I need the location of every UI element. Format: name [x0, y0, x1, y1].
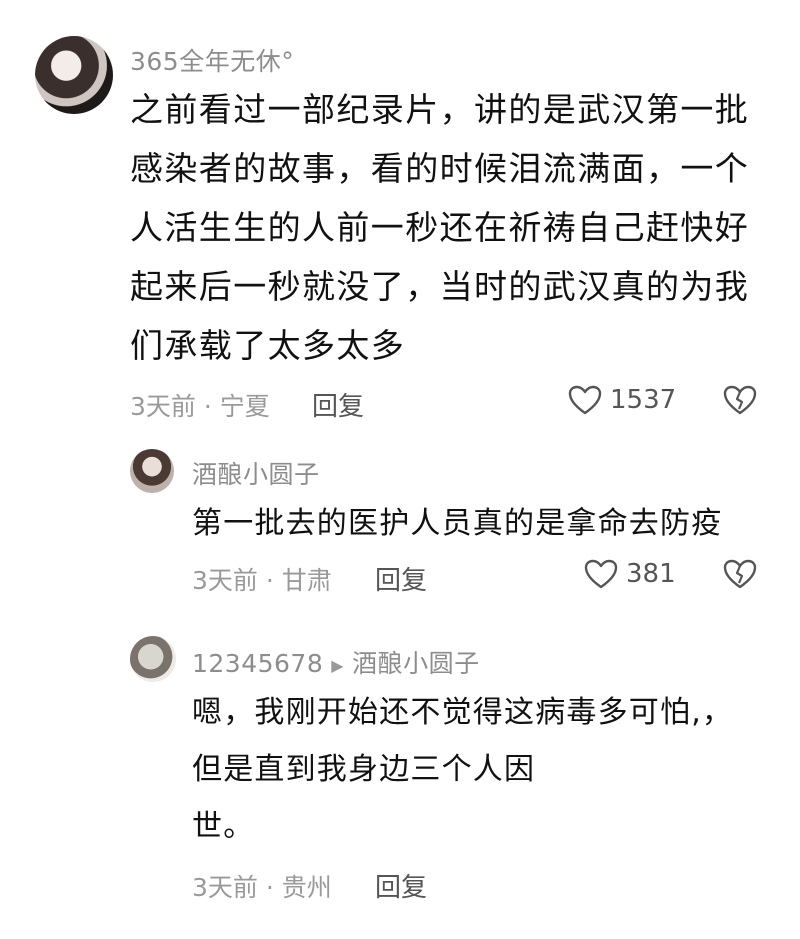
broken-heart-icon — [723, 559, 757, 589]
like-count: 381 — [626, 559, 676, 589]
avatar[interactable] — [130, 636, 176, 682]
username[interactable]: 365全年无休° — [130, 42, 294, 78]
reply-button[interactable]: 回复 — [375, 867, 427, 904]
comment-line: 嗯，我刚开始还不觉得这病毒多可怕,， — [192, 695, 734, 730]
comment-meta: 3天前 · 甘肃 — [192, 566, 332, 595]
username[interactable]: 酒酿小圆子 — [192, 455, 320, 491]
reply-header: 12345678 ▶ 酒酿小圆子 — [192, 644, 480, 680]
username[interactable]: 12345678 — [192, 649, 323, 678]
heart-icon — [568, 385, 602, 415]
like-count: 1537 — [610, 385, 677, 415]
reply-to-username[interactable]: 酒酿小圆子 — [352, 649, 480, 678]
like-button[interactable]: 1537 — [568, 385, 676, 415]
comment-line: 世。 — [192, 809, 255, 844]
dislike-button[interactable] — [723, 559, 757, 589]
reply-arrow-icon: ▶ — [331, 655, 345, 675]
avatar[interactable] — [35, 36, 113, 114]
comment-text: 嗯，我刚开始还不觉得这病毒多可怕,， 但是直到我身边三个人因 世。 — [192, 684, 782, 855]
comment-text: 第一批去的医护人员真的是拿命去防疫 — [192, 506, 723, 541]
dislike-button[interactable] — [723, 385, 757, 415]
heart-icon — [584, 559, 618, 589]
comment-meta: 3天前 · 宁夏 — [130, 392, 270, 421]
like-button[interactable]: 381 — [584, 559, 676, 589]
reply-button[interactable]: 回复 — [312, 386, 364, 423]
reply-button[interactable]: 回复 — [375, 560, 427, 597]
comment-text: 之前看过一部纪录片，讲的是武汉第一批感染者的故事，看的时候泪流满面，一个人活生生… — [130, 90, 750, 365]
avatar[interactable] — [130, 449, 174, 493]
comment-meta: 3天前 · 贵州 — [192, 873, 332, 902]
broken-heart-icon — [723, 385, 757, 415]
comment-line: 但是直到我身边三个人因 — [192, 752, 536, 787]
